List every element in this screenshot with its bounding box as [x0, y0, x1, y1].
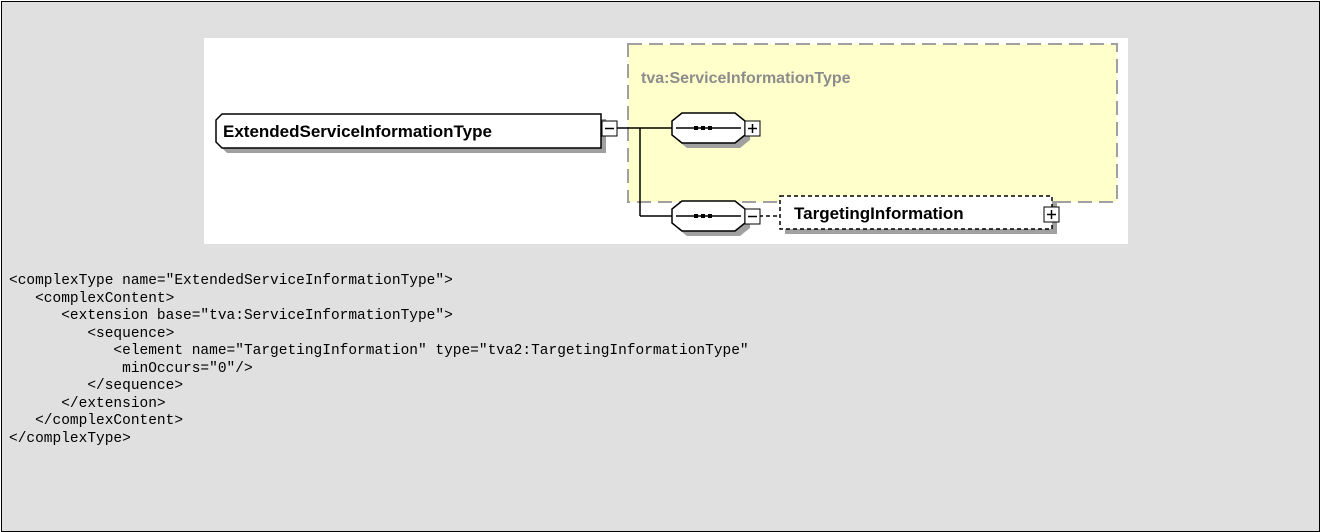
schema-panel: tva:ServiceInformationType ExtendedServi…	[1, 1, 1320, 532]
code-line: <element name="TargetingInformation" typ…	[9, 343, 749, 359]
targeting-information-element[interactable]: TargetingInformation	[779, 195, 1057, 234]
sequence-compositor-base[interactable]	[671, 112, 750, 148]
root-type-label: ExtendedServiceInformationType	[223, 122, 492, 141]
code-line: <complexType name="ExtendedServiceInform…	[9, 273, 453, 289]
code-line: <sequence>	[9, 325, 175, 342]
schema-source-code: <complexType name="ExtendedServiceInform…	[9, 273, 749, 448]
expand-base-toggle[interactable]	[744, 120, 761, 137]
collapse-sequence-toggle[interactable]	[744, 208, 761, 225]
code-line: minOccurs="0"/>	[9, 360, 253, 377]
root-type-box[interactable]: ExtendedServiceInformationType	[215, 113, 606, 153]
code-line: <extension base="tva:ServiceInformationT…	[9, 308, 453, 324]
schema-diagram: tva:ServiceInformationType ExtendedServi…	[204, 38, 1128, 244]
code-line: </extension>	[9, 395, 166, 412]
code-line: <complexContent>	[9, 290, 175, 307]
code-line: </sequence>	[9, 378, 184, 394]
code-line: </complexContent>	[9, 413, 184, 429]
root-collapse-toggle[interactable]	[601, 120, 618, 137]
expand-targeting-toggle[interactable]	[1043, 206, 1060, 223]
code-line: </complexType>	[9, 430, 131, 447]
base-type-label: tva:ServiceInformationType	[641, 70, 851, 87]
sequence-compositor-extension[interactable]	[671, 200, 750, 236]
targeting-information-label: TargetingInformation	[794, 204, 964, 223]
